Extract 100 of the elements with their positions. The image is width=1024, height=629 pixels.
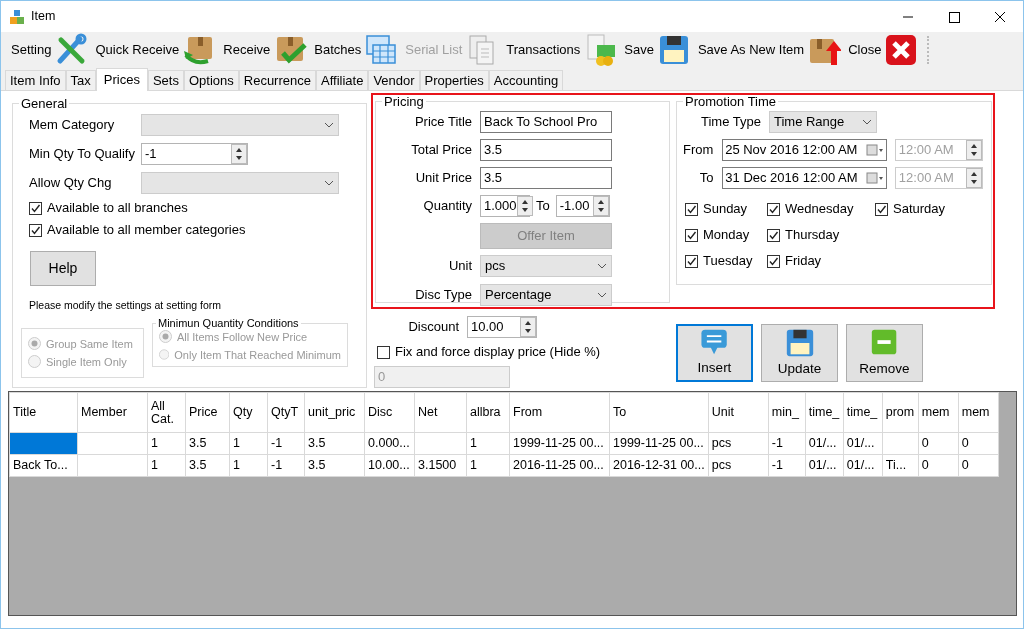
note-text: Please modify the settings at setting form xyxy=(29,298,222,313)
number-field[interactable]: 1.000 xyxy=(480,195,530,217)
table-cell: 1999-11-25 00... xyxy=(509,432,610,455)
caret-icon xyxy=(597,263,607,269)
number-field[interactable]: -1 xyxy=(141,142,248,165)
help-button[interactable]: Help xyxy=(30,251,96,286)
table-cell: 3.5 xyxy=(304,432,365,455)
checkbox[interactable] xyxy=(685,202,698,216)
column-header[interactable]: min_ xyxy=(768,392,806,433)
table-cell: pcs xyxy=(708,454,769,477)
table-cell: 3.5 xyxy=(185,454,230,477)
checkbox[interactable] xyxy=(29,223,42,237)
toolbar-button[interactable]: Transactions xyxy=(504,33,620,67)
group-title: Promotion Time xyxy=(684,95,778,108)
checkbox[interactable] xyxy=(377,345,390,359)
caret-icon xyxy=(861,119,872,125)
column-header[interactable]: mem xyxy=(958,392,999,433)
calendar-icon xyxy=(865,144,884,156)
tab[interactable]: Sets xyxy=(147,70,184,90)
tab[interactable]: Options xyxy=(183,70,239,90)
tab[interactable]: Affiliate xyxy=(315,70,369,90)
column-header[interactable]: prom xyxy=(882,392,919,433)
column-header[interactable]: To xyxy=(609,392,709,433)
column-header[interactable]: Disc xyxy=(364,392,415,433)
toolbar-button[interactable]: Receive xyxy=(221,33,310,67)
tab[interactable]: Item Info xyxy=(5,70,66,90)
table-cell: 1 xyxy=(147,454,186,477)
tab[interactable]: Accounting xyxy=(488,70,564,90)
dropdown[interactable]: pcs xyxy=(480,255,612,277)
field-label: Unit Price xyxy=(414,169,473,188)
radio-label: All Items Follow New Price xyxy=(177,329,308,345)
checkbox-label: Monday xyxy=(703,226,750,245)
column-header[interactable]: time_ xyxy=(805,392,844,433)
spin-arrows-icon[interactable] xyxy=(516,196,533,216)
column-header[interactable]: mem xyxy=(918,392,959,433)
toolbar-button[interactable]: Quick Receive xyxy=(93,33,219,67)
column-header[interactable]: Net xyxy=(414,392,467,433)
toolbar-button[interactable]: Batches xyxy=(312,33,401,67)
column-header[interactable]: allbra xyxy=(466,392,510,433)
checkbox-label: Saturday xyxy=(893,200,946,219)
column-header[interactable]: unit_pric xyxy=(304,392,365,433)
column-header[interactable]: time_ xyxy=(843,392,883,433)
table-cell: 0 xyxy=(918,454,959,477)
column-header[interactable]: Price xyxy=(185,392,230,433)
column-header[interactable]: QtyT xyxy=(267,392,305,433)
tab[interactable]: Properties xyxy=(419,70,489,90)
checkbox[interactable] xyxy=(685,254,698,268)
toolbar-button[interactable]: Close xyxy=(846,33,921,67)
toolbar-button[interactable]: Setting xyxy=(9,33,91,67)
number-field[interactable]: 10.00 xyxy=(467,316,537,338)
column-header[interactable]: From xyxy=(509,392,610,433)
field-label: Mem Category xyxy=(28,115,116,134)
spin-arrows-icon[interactable] xyxy=(520,317,536,337)
column-header[interactable]: Unit xyxy=(708,392,769,433)
date-picker[interactable]: 31 Dec 2016 12:00 AM xyxy=(722,167,887,189)
checkbox-label: Sunday xyxy=(703,200,748,219)
dropdown[interactable]: Percentage xyxy=(480,284,612,306)
table-cell: 2016-12-31 00... xyxy=(609,454,709,477)
action-button[interactable]: Remove xyxy=(846,324,923,382)
number-field[interactable]: -1.00 xyxy=(555,195,610,217)
table-cell: -1 xyxy=(267,432,305,455)
spin-arrows-icon[interactable] xyxy=(592,196,609,216)
field-label: To xyxy=(536,197,550,216)
text-field[interactable]: 3.5 xyxy=(480,167,612,189)
action-button[interactable]: Insert xyxy=(676,324,753,382)
column-header[interactable]: Member xyxy=(77,392,148,433)
group-title: Pricing xyxy=(383,95,425,108)
toolbar-button[interactable]: Save xyxy=(622,33,693,67)
toolbar-button[interactable]: Save As New Item xyxy=(695,33,844,67)
field-label: Time Type xyxy=(701,113,761,132)
tab[interactable]: Vendor xyxy=(368,70,420,90)
column-header[interactable]: All Cat. xyxy=(147,392,186,433)
table-cell: 1 xyxy=(466,454,510,477)
text-field[interactable]: 3.5 xyxy=(480,139,612,161)
column-header[interactable]: Qty xyxy=(229,392,268,433)
table-cell: 01/... xyxy=(843,432,883,455)
date-picker[interactable]: 25 Nov 2016 12:00 AM xyxy=(722,139,887,161)
tab[interactable]: Prices xyxy=(95,68,148,91)
checkbox[interactable] xyxy=(767,228,780,242)
checkbox[interactable] xyxy=(875,202,888,216)
checkbox[interactable] xyxy=(767,202,780,216)
table-cell: 10.00... xyxy=(364,454,415,477)
column-header[interactable]: Title xyxy=(9,392,78,433)
tab[interactable]: Recurrence xyxy=(238,70,316,90)
app-icon xyxy=(9,8,25,25)
field-label: Price Title xyxy=(413,113,473,132)
text-field[interactable]: Back To School Pro xyxy=(480,111,612,133)
table-cell: -1 xyxy=(768,454,806,477)
checkbox[interactable] xyxy=(685,228,698,242)
checkbox[interactable] xyxy=(767,254,780,268)
action-button[interactable]: Update xyxy=(761,324,838,382)
table-cell: pcs xyxy=(708,432,769,455)
spin-arrows-icon[interactable] xyxy=(231,143,247,164)
field-label: Unit xyxy=(447,257,473,276)
dropdown[interactable]: Time Range xyxy=(768,111,877,133)
table-cell: 0 xyxy=(958,432,999,455)
checkbox[interactable] xyxy=(29,201,42,215)
field-label: Min Qty To Qualify xyxy=(28,144,136,163)
tab[interactable]: Tax xyxy=(65,70,96,90)
table-icon xyxy=(364,33,399,67)
